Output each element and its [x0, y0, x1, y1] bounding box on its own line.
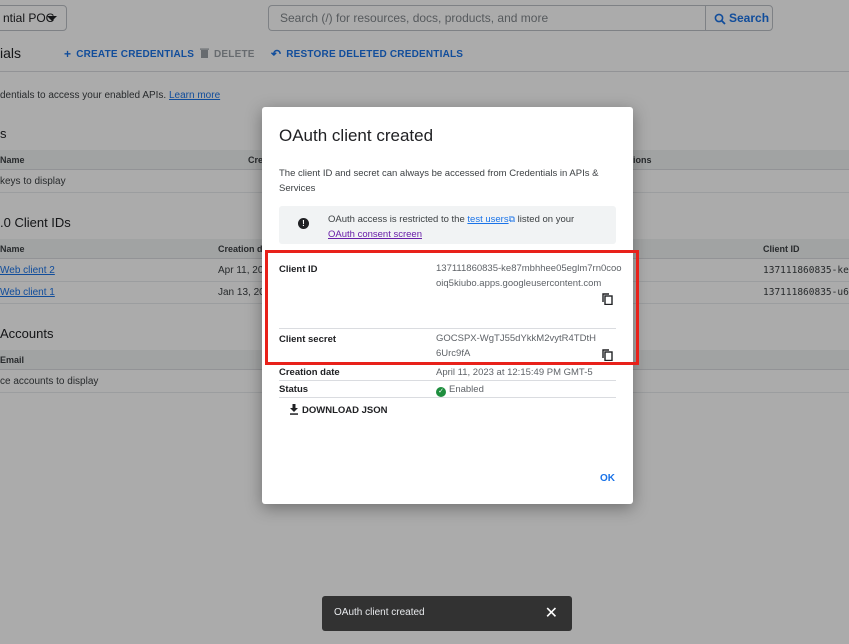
divider [279, 380, 616, 381]
notice-prefix: OAuth access is restricted to the [328, 214, 465, 225]
ok-button[interactable]: OK [600, 473, 615, 484]
status-value: ✓ Enabled [436, 382, 622, 397]
notice-text: OAuth access is restricted to the test u… [328, 212, 598, 242]
close-icon[interactable]: ✕ [545, 603, 558, 623]
status-label: Status [279, 384, 309, 395]
info-icon: ! [298, 218, 309, 229]
check-circle-icon: ✓ [436, 387, 446, 397]
status-text: Enabled [449, 384, 484, 395]
notice-mid: listed on your [517, 214, 575, 225]
test-users-link[interactable]: test users [467, 214, 508, 225]
creation-date-value: April 11, 2023 at 12:15:49 PM GMT-5 [436, 367, 593, 378]
creation-date-label: Creation date [279, 367, 340, 378]
download-icon [290, 404, 298, 415]
highlight-box [265, 250, 639, 365]
divider [279, 397, 616, 398]
download-json-button[interactable]: DOWNLOAD JSON [289, 404, 388, 416]
restriction-notice: ! OAuth access is restricted to the test… [279, 206, 616, 244]
dialog-description: The client ID and secret can always be a… [279, 168, 599, 194]
external-link-icon: ⧉ [508, 214, 516, 224]
consent-screen-link[interactable]: OAuth consent screen [328, 229, 422, 240]
snackbar-message: OAuth client created [334, 607, 425, 618]
download-json-label: DOWNLOAD JSON [302, 405, 388, 416]
snackbar: OAuth client created ✕ [322, 596, 572, 631]
dialog-title: OAuth client created [279, 126, 434, 145]
